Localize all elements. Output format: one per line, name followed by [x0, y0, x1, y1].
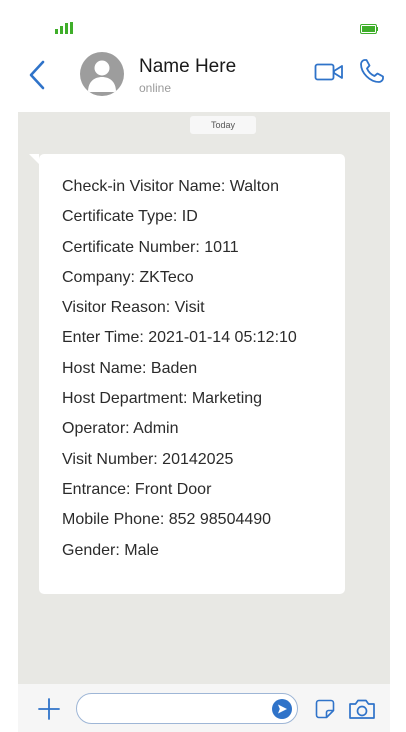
video-camera-icon[interactable] [314, 60, 344, 84]
contact-status: online [139, 81, 172, 95]
status-bar [18, 0, 390, 42]
chat-area[interactable]: Today Check-in Visitor Name: Walton Cert… [18, 112, 390, 684]
message-line: Certificate Number: 1011 [62, 238, 239, 256]
message-line: Operator: Admin [62, 420, 179, 438]
message-line: Check-in Visitor Name: Walton [62, 178, 279, 195]
message-line: Gender: Male [62, 541, 159, 559]
signal-bars-icon [55, 22, 73, 34]
send-icon[interactable] [272, 699, 292, 719]
message-bubble[interactable]: Check-in Visitor Name: Walton Certificat… [29, 154, 345, 594]
message-line: Company: ZKTeco [62, 268, 194, 286]
message-line: Enter Time: 2021-01-14 05:12:10 [62, 329, 297, 347]
message-line: Host Name: Baden [62, 359, 198, 377]
message-line: Visit Number: 20142025 [62, 450, 234, 468]
chevron-left-icon[interactable] [28, 59, 46, 91]
input-bar [18, 684, 390, 732]
sticker-icon[interactable] [315, 699, 335, 719]
person-icon [88, 60, 116, 92]
message-line: Host Department: Marketing [62, 390, 263, 408]
avatar[interactable] [80, 52, 124, 96]
message-line: Certificate Type: ID [62, 208, 198, 226]
battery-icon [360, 24, 378, 34]
message-line: Visitor Reason: Visit [62, 299, 205, 317]
message-line: Mobile Phone: 852 98504490 [62, 511, 272, 529]
message-line: Entrance: Front Door [62, 480, 212, 498]
contact-name[interactable]: Name Here [139, 56, 236, 78]
date-divider: Today [190, 116, 256, 134]
camera-icon[interactable] [348, 697, 376, 721]
chat-header: Name Here online [18, 42, 390, 112]
message-input[interactable] [76, 693, 298, 724]
bubble-tail [29, 154, 39, 164]
phone-screen: Name Here online Today Check-in Visitor … [18, 0, 390, 732]
plus-icon[interactable] [38, 698, 60, 720]
phone-icon[interactable] [358, 57, 386, 85]
